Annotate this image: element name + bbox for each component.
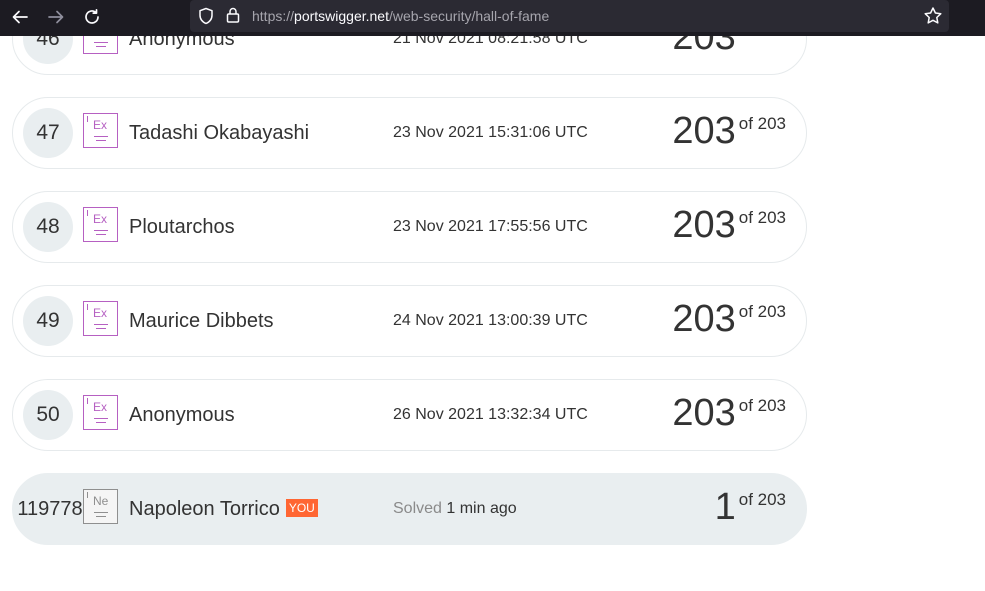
user-name: Anonymous [129,404,235,426]
leaderboard-row: 49 Ex Maurice Dibbets 24 Nov 2021 13:00:… [12,285,807,357]
badge-level: Ex [93,118,108,132]
leaderboard-row: 50 Ex Anonymous 26 Nov 2021 13:32:34 UTC… [12,379,807,451]
reload-icon [85,8,99,24]
rank-number: 47 [23,108,73,158]
score-solved: 1 [714,486,736,528]
score-total: of 203 [738,302,786,321]
expert-badge-icon: Ex [83,113,118,148]
score-total: of 203 [738,396,786,415]
score: 203of 203 [672,110,786,153]
user-name: Maurice Dibbets [129,310,274,332]
solved-label: Solved [393,500,442,517]
url-host: portswigger.net [294,8,389,24]
rank-number: 49 [23,296,73,346]
score-solved: 203 [672,298,736,340]
url-bar[interactable]: https://portswigger.net/web-security/hal… [190,0,949,32]
rank-number: 48 [23,202,73,252]
reload-button[interactable] [78,4,106,30]
rank-number: 50 [23,390,73,440]
forward-button[interactable] [42,4,70,30]
score: 1 of 203 [715,486,786,529]
newbie-badge-icon: Ne [83,489,118,524]
browser-toolbar: https://portswigger.net/web-security/hal… [0,0,985,36]
current-user-row: 119778 Ne Napoleon Torrico YOU Solved 1 m… [12,473,807,545]
user-name-text: Napoleon Torrico [129,498,280,520]
expert-badge-icon: Ex [83,207,118,242]
expert-badge-icon: Ex [83,301,118,336]
score-solved: 203 [672,110,736,152]
leaderboard-row: 48 Ex Ploutarchos 23 Nov 2021 17:55:56 U… [12,191,807,263]
user-name: Tadashi Okabayashi [129,122,310,144]
bookmark-star-icon[interactable] [923,6,943,26]
score-total: of 203 [738,490,786,509]
back-button[interactable] [6,4,34,30]
forward-icon [48,10,64,24]
score-solved: 203 [672,392,736,434]
back-icon [12,10,28,24]
url-path: /web-security/hall-of-fame [388,8,550,24]
score: 203of 203 [672,392,786,435]
solved-time: 1 min ago [446,500,517,517]
solved-status: Solved 1 min ago [393,500,517,518]
leaderboard-row: 47 Ex Tadashi Okabayashi 23 Nov 2021 15:… [12,97,807,169]
lock-icon[interactable] [224,6,242,24]
rank-number: 119778 [17,497,83,520]
score: 203of 203 [672,298,786,341]
badge-level: Ex [93,212,108,226]
score: 203of 203 [672,204,786,247]
badge-level: Ex [93,306,108,320]
badge-level: Ne [93,494,109,508]
url-text[interactable]: https://portswigger.net/web-security/hal… [252,8,549,24]
badge-level: Ex [93,400,108,414]
completion-date: 24 Nov 2021 13:00:39 UTC [393,312,588,329]
user-name: Ploutarchos [129,216,235,238]
user-name: Napoleon Torrico YOU [129,498,318,521]
url-scheme: https:// [252,8,295,24]
completion-date: 23 Nov 2021 17:55:56 UTC [393,218,588,235]
completion-date: 23 Nov 2021 15:31:06 UTC [393,124,588,141]
expert-badge-icon: Ex [83,395,118,430]
score-total: of 203 [738,114,786,133]
you-badge: YOU [285,499,318,517]
completion-date: 26 Nov 2021 13:32:34 UTC [393,406,588,423]
score-total: of 203 [738,208,786,227]
shield-icon[interactable] [197,7,215,25]
score-solved: 203 [672,204,736,246]
